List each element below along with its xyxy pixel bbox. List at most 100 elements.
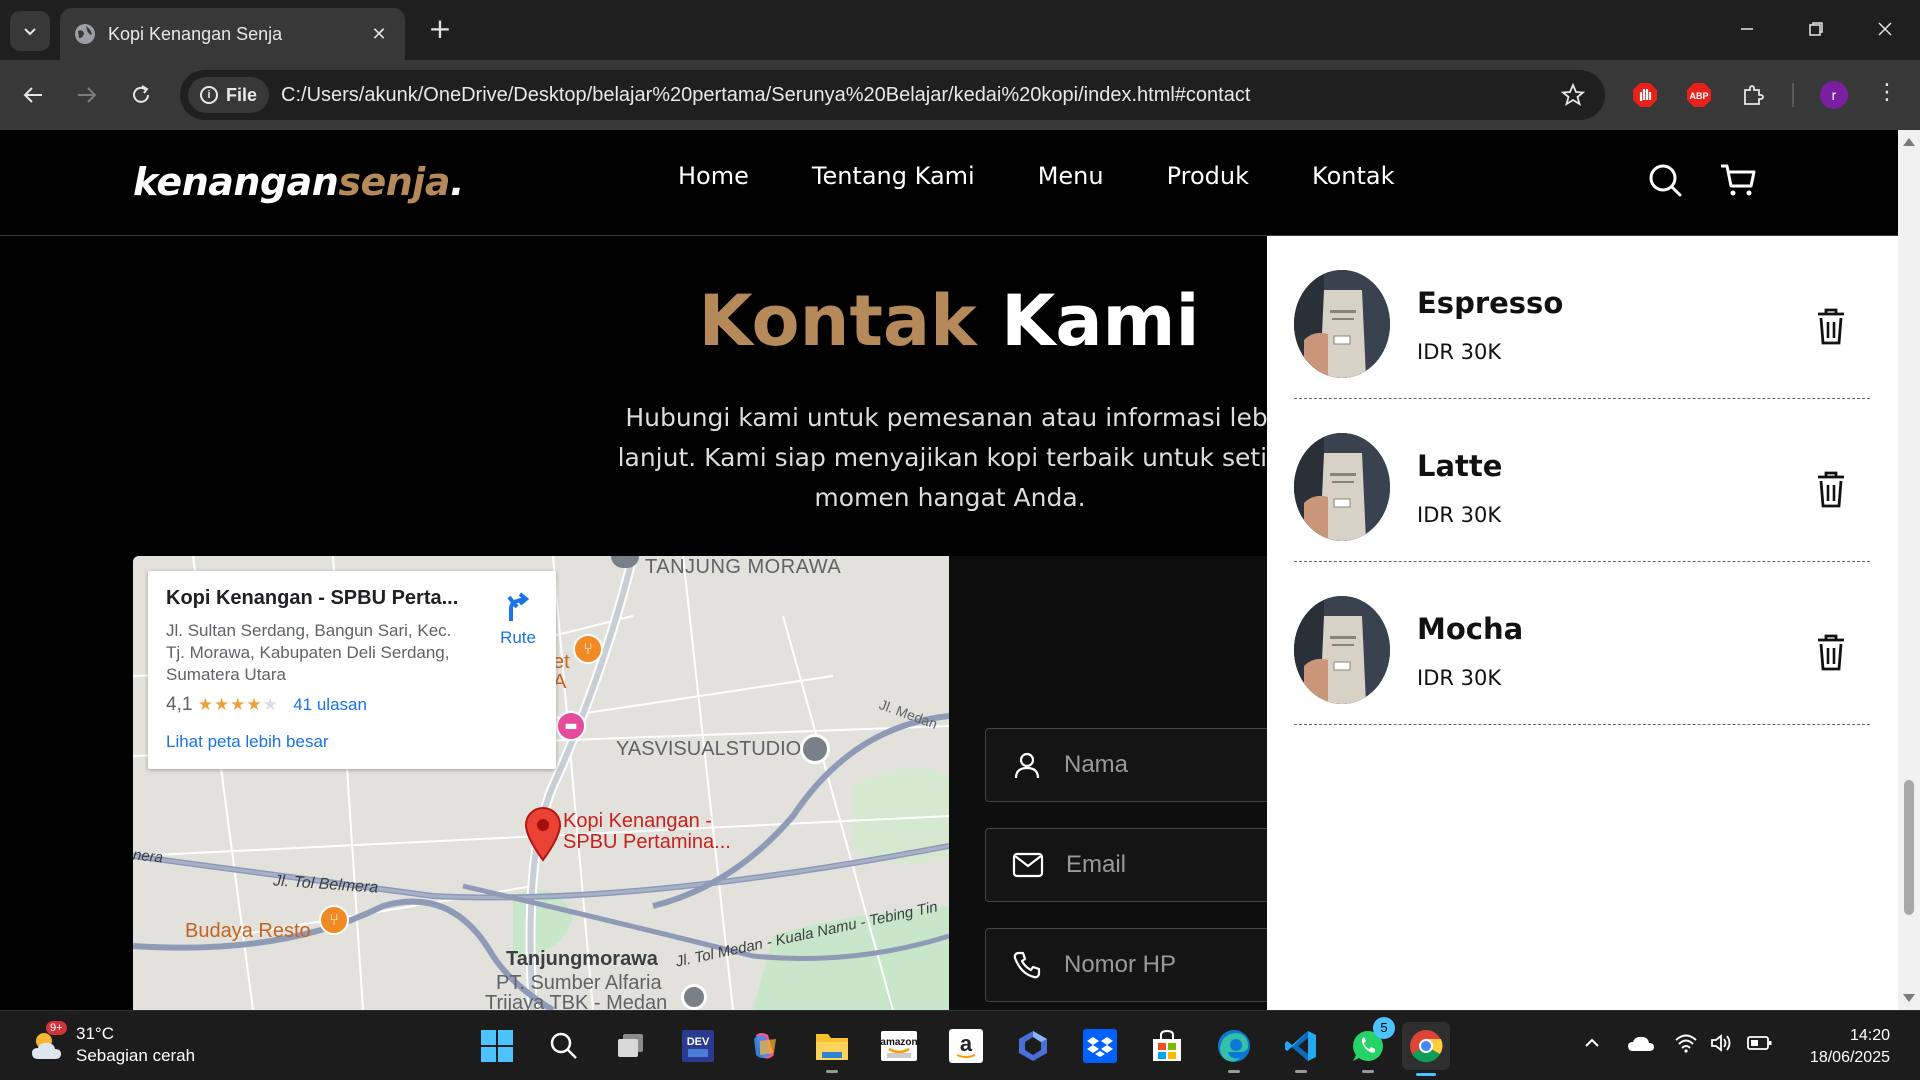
address-bar[interactable]: i File C:/Users/akunk/OneDrive/Desktop/b… <box>180 70 1605 120</box>
scrollbar-thumb[interactable] <box>1904 780 1914 915</box>
scroll-up-arrow[interactable] <box>1903 138 1915 146</box>
copilot-app-icon[interactable] <box>1012 1025 1054 1067</box>
trash-icon[interactable] <box>1814 306 1848 346</box>
map-label: Trijaya TBK - Medan <box>485 992 668 1010</box>
copilot-icon[interactable] <box>744 1025 786 1067</box>
shopping-cart-icon[interactable] <box>1718 160 1758 200</box>
user-icon <box>1014 752 1040 779</box>
weather-widget[interactable]: 9+ 31°C Sebagian cerah <box>28 1021 196 1067</box>
map-label: Tanjungmorawa <box>506 948 658 970</box>
info-icon: i <box>200 86 218 104</box>
onedrive-icon[interactable] <box>1627 1033 1655 1057</box>
microsoft-store-icon[interactable] <box>1146 1025 1188 1067</box>
cart-item-price: IDR 30K <box>1417 503 1502 527</box>
nav-produk[interactable]: Produk <box>1167 162 1249 190</box>
extension-stop-icon[interactable] <box>1630 80 1660 110</box>
cart-item-price: IDR 30K <box>1417 666 1502 690</box>
cart-item: Espresso IDR 30K <box>1294 236 1870 399</box>
puzzle-icon[interactable] <box>1738 80 1768 110</box>
email-field[interactable]: Email <box>985 828 1275 902</box>
description-line: lanjut. Kami siap menyajikan kopi terbai… <box>617 443 1283 472</box>
nav-tentang-kami[interactable]: Tentang Kami <box>812 162 975 190</box>
active-indicator <box>1416 1073 1436 1076</box>
dev-home-icon[interactable]: DEV <box>677 1025 719 1067</box>
restaurant-icon[interactable]: ⑂ <box>319 905 349 935</box>
phone-field[interactable]: Nomor HP <box>985 928 1275 1002</box>
dev-label: DEV <box>687 1036 710 1048</box>
plus-icon[interactable]: + <box>425 14 455 44</box>
name-field[interactable]: Nama <box>985 728 1275 802</box>
volume-icon[interactable] <box>1710 1033 1734 1057</box>
forward-icon[interactable] <box>72 80 102 110</box>
search-taskbar-icon[interactable] <box>543 1025 585 1067</box>
title-accent: Kontak <box>698 280 977 362</box>
trash-icon[interactable] <box>1814 632 1848 672</box>
bookmark-star-icon[interactable] <box>1561 83 1585 107</box>
globe-icon <box>75 24 95 44</box>
search-icon[interactable] <box>1645 160 1685 200</box>
name-placeholder: Nama <box>1064 751 1129 778</box>
site-logo[interactable]: kenangansenja. <box>133 160 464 204</box>
restore-icon[interactable] <box>1801 14 1831 44</box>
nav-menu[interactable]: Menu <box>1038 162 1104 190</box>
restaurant-icon[interactable]: ⑂ <box>573 634 603 664</box>
start-button[interactable] <box>476 1025 518 1067</box>
hotel-icon[interactable]: ▬ <box>556 711 586 741</box>
map-place-card: Kopi Kenangan - SPBU Perta... Jl. Sultan… <box>148 571 556 769</box>
place-address: Jl. Sultan Serdang, Bangun Sari, Kec. Tj… <box>166 621 452 684</box>
page-scrollbar[interactable] <box>1898 130 1920 1010</box>
directions-button[interactable]: Rute <box>500 591 536 648</box>
tab-bar: Kopi Kenangan Senja ✕ + <box>0 0 1920 60</box>
trash-icon[interactable] <box>1814 469 1848 509</box>
map-marker-icon[interactable] <box>523 806 563 862</box>
wifi-icon[interactable] <box>1674 1033 1698 1057</box>
amazon-icon[interactable]: amazon <box>878 1025 920 1067</box>
place-name: Kopi Kenangan - SPBU Perta... <box>166 587 459 609</box>
site-info-chip[interactable]: i File <box>188 77 270 113</box>
whatsapp-icon[interactable]: 5 <box>1347 1017 1395 1073</box>
whatsapp-badge: 5 <box>1373 1017 1395 1039</box>
poi-icon[interactable] <box>681 984 707 1010</box>
system-clock[interactable]: 14:20 18/06/2025 <box>1810 1025 1890 1069</box>
product-image <box>1294 433 1390 541</box>
shopping-cart-panel: Espresso IDR 30K Latte IDR 30K Mocha IDR… <box>1267 236 1898 1010</box>
cart-item-name: Latte <box>1417 449 1503 483</box>
larger-map-link[interactable]: Lihat peta lebih besar <box>166 732 538 752</box>
reviews-link[interactable]: 41 ulasan <box>293 695 367 714</box>
embedded-map[interactable]: ⑂ ▬ ⑂ TANJUNG MORAWA et A YASVISUALSTUDI… <box>133 556 949 1010</box>
reload-icon[interactable] <box>126 80 156 110</box>
weather-desc: Sebagian cerah <box>76 1046 196 1065</box>
browser-tab[interactable]: Kopi Kenangan Senja ✕ <box>60 8 405 60</box>
nav-kontak[interactable]: Kontak <box>1312 162 1394 190</box>
kebab-menu-icon[interactable]: ⋮ <box>1876 80 1898 105</box>
logo-main: kenangan <box>133 160 339 204</box>
logo-dot: . <box>449 160 464 204</box>
file-explorer-icon[interactable] <box>811 1025 853 1073</box>
dropbox-icon[interactable] <box>1079 1025 1121 1067</box>
close-icon[interactable]: ✕ <box>367 24 391 45</box>
chrome-icon[interactable] <box>1402 1022 1450 1076</box>
task-view-icon[interactable] <box>610 1025 652 1067</box>
amazon-appstore-icon[interactable]: a <box>945 1025 987 1067</box>
profile-avatar[interactable]: r <box>1820 81 1848 109</box>
minimize-icon[interactable] <box>1732 14 1762 44</box>
edge-icon[interactable] <box>1213 1025 1255 1073</box>
place-rating: 4,1 ★★★★★ 41 ulasan <box>166 694 538 716</box>
nav-home[interactable]: Home <box>678 162 749 190</box>
map-label: SPBU Pertamina... <box>563 831 731 853</box>
url-text[interactable]: C:/Users/akunk/OneDrive/Desktop/belajar%… <box>281 84 1561 107</box>
scroll-down-arrow[interactable] <box>1903 994 1915 1002</box>
tab-search-icon[interactable] <box>10 11 50 51</box>
weather-icon: 9+ <box>28 1021 68 1065</box>
title-rest: Kami <box>976 280 1200 362</box>
description-line: Hubungi kami untuk pemesanan atau inform… <box>625 403 1275 432</box>
poi-icon[interactable] <box>800 734 830 764</box>
contact-form: Nama Email Nomor HP <box>949 556 1275 1010</box>
vscode-icon[interactable] <box>1280 1025 1322 1073</box>
chevron-up-icon[interactable] <box>1582 1033 1602 1057</box>
back-icon[interactable] <box>18 80 48 110</box>
adblock-icon[interactable]: ABP <box>1684 80 1714 110</box>
window-close-icon[interactable] <box>1870 14 1900 44</box>
battery-icon[interactable] <box>1747 1033 1773 1057</box>
weather-temp: 31°C <box>76 1024 114 1043</box>
